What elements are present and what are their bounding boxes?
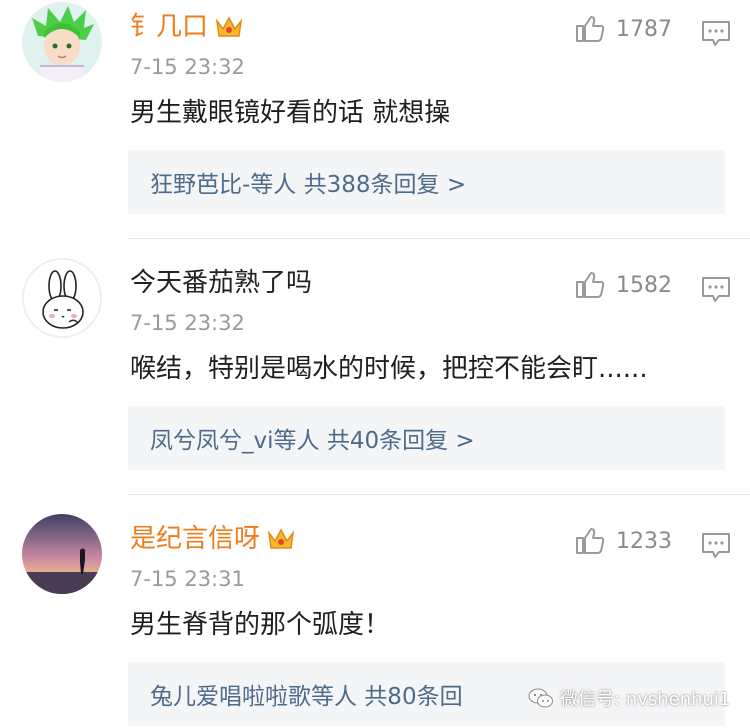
wechat-icon [528,688,553,708]
reply-icon[interactable] [701,20,731,48]
thumbs-up-icon [576,16,605,42]
timestamp: 7-15 23:32 [130,55,245,79]
timestamp: 7-15 23:32 [130,311,245,335]
thumbs-up-icon [576,272,605,298]
replies-summary: 兔儿爱唱啦啦歌等人 共80条回 [150,684,463,710]
username[interactable]: 钅几口 [130,12,244,42]
divider [128,494,750,495]
like-count: 1787 [616,16,672,42]
avatar[interactable] [22,258,102,338]
like-button[interactable]: 1233 [574,526,672,556]
like-count: 1582 [616,272,672,298]
crown-icon [215,16,243,37]
username-label: 钅几口 [130,12,209,42]
comment-text: 男生脊背的那个弧度！ [130,610,391,640]
username[interactable]: 今天番茄熟了吗 [130,268,312,298]
like-button[interactable]: 1582 [574,270,672,300]
like-count: 1233 [616,528,672,554]
comment-text: 喉结，特别是喝水的时候，把控不能会盯...... [130,354,648,384]
replies-summary: 狂野芭比-等人 共388条回复 > [150,172,467,198]
thumbs-up-icon [576,528,605,554]
replies-link[interactable]: 狂野芭比-等人 共388条回复 > [128,150,725,214]
replies-link[interactable]: 凤兮凤兮_vi等人 共40条回复 > [128,406,725,470]
replies-summary: 凤兮凤兮_vi等人 共40条回复 > [150,428,475,454]
timestamp: 7-15 23:31 [130,567,245,591]
avatar[interactable] [22,514,102,594]
avatar[interactable] [22,2,102,82]
username-label: 是纪言信呀 [130,524,261,554]
divider [128,238,750,239]
comment-text: 男生戴眼镜好看的话 就想操 [130,98,451,128]
like-button[interactable]: 1787 [574,14,672,44]
reply-icon[interactable] [701,276,731,304]
username[interactable]: 是纪言信呀 [130,524,296,554]
watermark-label: 微信号: nvshenhui1 [560,689,731,710]
crown-icon [267,528,295,549]
reply-icon[interactable] [701,532,731,560]
watermark: 微信号: nvshenhui1 [528,683,730,713]
username-label: 今天番茄熟了吗 [130,268,313,298]
